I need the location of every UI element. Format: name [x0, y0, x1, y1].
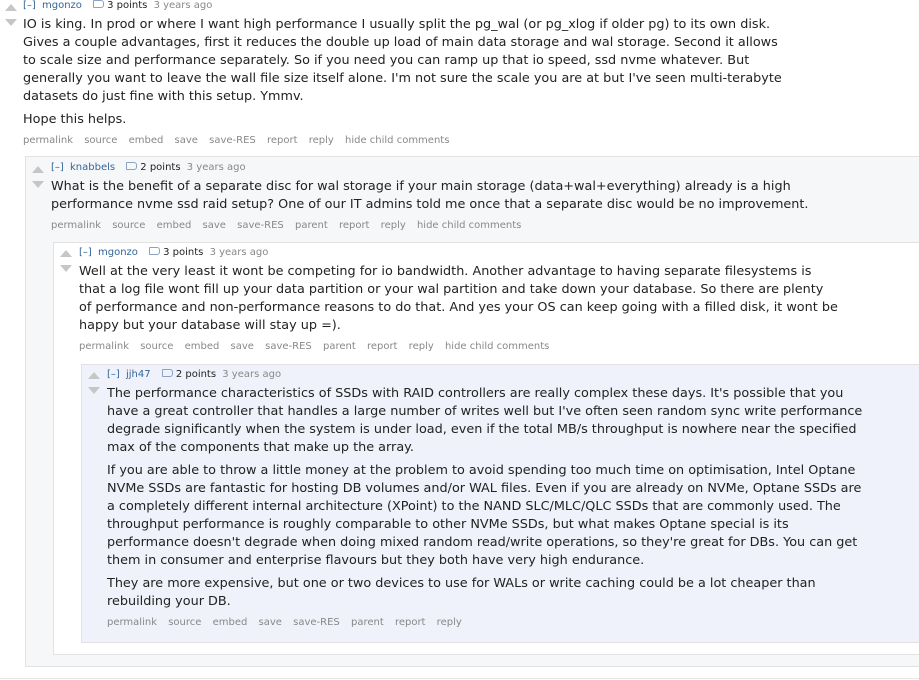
permalink-link[interactable]: permalink [107, 617, 157, 628]
collapse-toggle[interactable]: [–] [51, 162, 64, 173]
vote-arrows [3, 4, 19, 26]
comment-paragraph: What is the benefit of a separate disc f… [51, 179, 809, 212]
comment-body: IO is king. In prod or where I want high… [23, 16, 783, 129]
comment-tagline: [–] mgonzo 3 points 3 years ago [23, 0, 783, 13]
collapse-toggle[interactable]: [–] [107, 369, 120, 380]
downvote-icon[interactable] [32, 181, 44, 188]
reply-link[interactable]: reply [309, 135, 334, 146]
save-link[interactable]: save [259, 617, 282, 628]
score: 3 points [107, 0, 148, 11]
timestamp: 3 years ago [153, 0, 213, 11]
reply-link[interactable]: reply [437, 617, 462, 628]
comment-buttons: permalink source embed save save-RES par… [51, 219, 811, 233]
downvote-icon[interactable] [60, 265, 72, 272]
score: 2 points [140, 162, 181, 173]
comment-paragraph: Well at the very least it wont be compet… [79, 264, 838, 333]
embed-link[interactable]: embed [157, 220, 192, 231]
timestamp: 3 years ago [209, 247, 269, 258]
save-res-link[interactable]: save-RES [237, 220, 284, 231]
author-link[interactable]: jjh47 [126, 369, 151, 380]
downvote-icon[interactable] [5, 19, 17, 26]
parent-link[interactable]: parent [323, 341, 356, 352]
upvote-icon[interactable] [60, 250, 72, 257]
comment-paragraph: IO is king. In prod or where I want high… [23, 17, 782, 104]
timestamp: 3 years ago [222, 369, 282, 380]
save-res-link[interactable]: save-RES [265, 341, 312, 352]
upvote-icon[interactable] [5, 4, 17, 11]
comment: [–] jjh47 2 points 3 years ago The perfo… [107, 368, 867, 630]
embed-link[interactable]: embed [213, 617, 248, 628]
source-link[interactable]: source [140, 341, 173, 352]
hide-child-comments-link[interactable]: hide child comments [417, 220, 521, 231]
parent-link[interactable]: parent [295, 220, 328, 231]
permalink-link[interactable]: permalink [23, 135, 73, 146]
permalink-link[interactable]: permalink [79, 341, 129, 352]
hide-child-comments-link[interactable]: hide child comments [345, 135, 449, 146]
upvote-icon[interactable] [32, 166, 44, 173]
comment-tagline: [–] jjh47 2 points 3 years ago [107, 368, 867, 382]
save-link[interactable]: save [175, 135, 198, 146]
vote-arrows [30, 166, 46, 188]
comment-paragraph: The performance characteristics of SSDs … [107, 386, 863, 455]
collapse-toggle[interactable]: [–] [79, 247, 92, 258]
tag-icon[interactable] [149, 247, 161, 255]
permalink-link[interactable]: permalink [51, 220, 101, 231]
report-link[interactable]: report [367, 341, 398, 352]
tag-icon[interactable] [93, 0, 105, 8]
comment: [–] knabbels 2 points 3 years ago What i… [51, 161, 811, 233]
comment-paragraph: They are more expensive, but one or two … [107, 576, 816, 609]
comment-body: What is the benefit of a separate disc f… [51, 178, 811, 214]
author-link[interactable]: knabbels [70, 162, 115, 173]
upvote-icon[interactable] [88, 372, 100, 379]
comment-body: The performance characteristics of SSDs … [107, 385, 867, 611]
collapse-toggle[interactable]: [–] [23, 0, 36, 11]
vote-arrows [58, 250, 74, 272]
divider [0, 678, 919, 679]
tag-icon[interactable] [126, 162, 138, 170]
parent-link[interactable]: parent [351, 617, 384, 628]
score: 3 points [163, 247, 204, 258]
timestamp: 3 years ago [186, 162, 246, 173]
comment: [–] mgonzo 3 points 3 years ago Well at … [79, 246, 839, 354]
score: 2 points [175, 369, 217, 380]
author-link[interactable]: mgonzo [98, 247, 138, 258]
save-link[interactable]: save [231, 341, 254, 352]
comment-tagline: [–] mgonzo 3 points 3 years ago [79, 246, 839, 260]
downvote-icon[interactable] [88, 387, 100, 394]
comment-buttons: permalink source embed save save-RES rep… [23, 134, 783, 148]
embed-link[interactable]: embed [185, 341, 220, 352]
save-res-link[interactable]: save-RES [293, 617, 340, 628]
hide-child-comments-link[interactable]: hide child comments [445, 341, 549, 352]
comment-paragraph: If you are able to throw a little money … [107, 463, 862, 568]
source-link[interactable]: source [84, 135, 117, 146]
tag-icon[interactable] [161, 369, 173, 377]
embed-link[interactable]: embed [129, 135, 164, 146]
reply-link[interactable]: reply [409, 341, 434, 352]
save-res-link[interactable]: save-RES [209, 135, 256, 146]
report-link[interactable]: report [267, 135, 298, 146]
reply-link[interactable]: reply [381, 220, 406, 231]
comment-tagline: [–] knabbels 2 points 3 years ago [51, 161, 811, 175]
comment-body: Well at the very least it wont be compet… [79, 263, 839, 335]
author-link[interactable]: mgonzo [42, 0, 82, 11]
report-link[interactable]: report [339, 220, 370, 231]
report-link[interactable]: report [395, 617, 426, 628]
source-link[interactable]: source [112, 220, 145, 231]
vote-arrows [86, 372, 102, 394]
save-link[interactable]: save [203, 220, 226, 231]
source-link[interactable]: source [168, 617, 201, 628]
comment: [–] mgonzo 3 points 3 years ago IO is ki… [23, 0, 783, 148]
comment-buttons: permalink source embed save save-RES par… [79, 340, 839, 354]
comment-paragraph: Hope this helps. [23, 112, 127, 127]
comment-buttons: permalink source embed save save-RES par… [107, 616, 867, 630]
